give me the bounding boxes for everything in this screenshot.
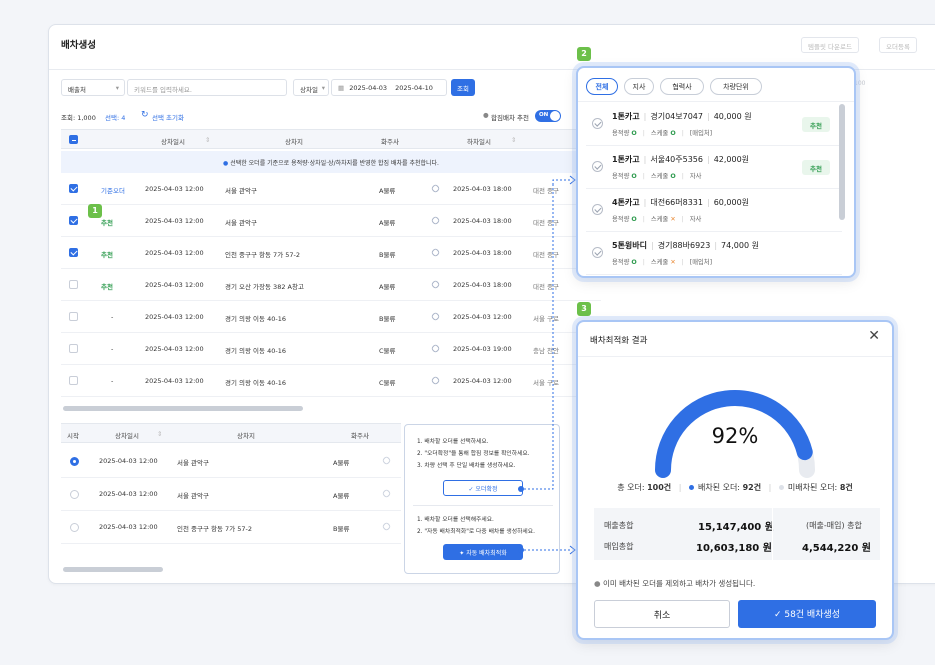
- vehicle-kind: [매입처]: [689, 259, 713, 266]
- schedule-label: 스케줄: [650, 173, 669, 180]
- ok-icon: O: [670, 130, 676, 137]
- vehicle-main-line: 5톤윙바디 | 경기88바6923 | 74,000 원: [612, 241, 759, 250]
- gauge-percent: 92%: [711, 424, 759, 448]
- vehicle-type: 1톤카고: [612, 155, 640, 164]
- vehicle-main-line: 1톤카고 | 경기04보7047 | 40,000 원: [612, 112, 752, 121]
- step-badge-2: 2: [577, 47, 591, 61]
- vehicle-sub-line: 용적량 O | 스케줄 ✕ | 자사: [612, 216, 702, 223]
- vehicle-price: 60,000원: [713, 198, 750, 207]
- info-icon: ●: [594, 579, 601, 588]
- margin-label: (매출-매입) 총합: [806, 521, 862, 530]
- dispatched-dot: [688, 485, 694, 490]
- vehicle-kind: 자사: [689, 173, 702, 180]
- vehicle-plate: 경기88바6923: [657, 241, 711, 250]
- schedule-label: 스케줄: [650, 130, 669, 137]
- dispatched-label: 배차된 오더:: [697, 483, 741, 492]
- undispatched-label: 미배차된 오더:: [787, 483, 838, 492]
- vehicle-main-line: 4톤카고 | 대전66머8331 | 60,000원: [612, 198, 750, 207]
- undispatched-value: 8건: [839, 483, 853, 492]
- sales-label: 매출총합: [604, 521, 634, 530]
- margin-value: 4,544,220 원: [802, 543, 871, 554]
- recommend-badge: 추천: [802, 117, 830, 132]
- ok-icon: O: [631, 216, 637, 223]
- ok-icon: O: [631, 173, 637, 180]
- vehicle-sub-line: 용적량 O | 스케줄 O | [매입처]: [612, 130, 713, 137]
- undispatched-dot: [778, 485, 784, 490]
- result-popup: 배차최적화 결과 ✕ 92% 총 오더: 100건 | 배차된 오더: 92건 …: [576, 320, 894, 640]
- order-stats: 총 오더: 100건 | 배차된 오더: 92건 | 미배차된 오더: 8건: [617, 483, 853, 492]
- vehicle-item[interactable]: 4톤카고 | 대전66머8331 | 60,000원 용적량 O | 스케줄 ✕ | 자…: [586, 190, 842, 232]
- vehicle-item[interactable]: 1톤카고 | 서울40주5356 | 42,000원 용적량 O | 스케줄 O | 자…: [586, 147, 842, 189]
- total-value: 100건: [647, 483, 672, 492]
- vehicle-kind: [매입처]: [689, 130, 713, 137]
- vertical-scrollbar[interactable]: [839, 104, 845, 220]
- tab-divider: [578, 101, 854, 102]
- tab-branch[interactable]: 지사: [624, 78, 654, 95]
- x-icon: ✕: [670, 216, 676, 223]
- vehicle-kind: 자사: [689, 216, 702, 223]
- ok-icon: O: [631, 259, 637, 266]
- cancel-button[interactable]: 취소: [594, 600, 730, 628]
- result-popup-title: 배차최적화 결과: [590, 336, 648, 346]
- step-badge-1: 1: [88, 204, 102, 218]
- purchase-value: 10,603,180 원: [696, 543, 772, 554]
- volume-label: 용적량: [612, 173, 630, 180]
- vehicle-price: 40,000 원: [713, 112, 752, 121]
- tab-all[interactable]: 전체: [586, 78, 618, 95]
- volume-label: 용적량: [612, 259, 630, 266]
- create-dispatch-button[interactable]: ✓ 58건 배차생성: [738, 600, 876, 628]
- sales-value: 15,147,400 원: [698, 522, 774, 533]
- vehicle-item[interactable]: 1톤카고 | 경기04보7047 | 40,000 원 용적량 O | 스케줄 O | …: [586, 104, 842, 146]
- vehicle-plate: 경기04보7047: [650, 112, 703, 121]
- vehicle-sub-line: 용적량 O | 스케줄 ✕ | [매입처]: [612, 259, 713, 266]
- x-icon: ✕: [670, 259, 676, 266]
- vehicle-type: 4톤카고: [612, 198, 640, 207]
- recommend-badge: 추천: [802, 160, 830, 175]
- vehicle-sub-line: 용적량 O | 스케줄 O | 자사: [612, 173, 702, 180]
- schedule-label: 스케줄: [650, 216, 669, 223]
- vehicle-type: 5톤윙바디: [612, 241, 648, 250]
- ok-icon: O: [631, 130, 637, 137]
- total-label: 총 오더:: [617, 483, 645, 492]
- title-divider: [578, 356, 892, 357]
- sum-box: 매출총합 15,147,400 원 매입총합 10,603,180 원 (매출-…: [594, 508, 880, 560]
- vehicle-main-line: 1톤카고 | 서울40주5356 | 42,000원: [612, 155, 750, 164]
- vehicle-price: 74,000 원: [721, 241, 759, 250]
- tab-vehicle-unit[interactable]: 차량단위: [710, 78, 762, 95]
- notice-text: 이미 배차된 오더를 제외하고 배차가 생성됩니다.: [602, 579, 756, 588]
- purchase-label: 매입총합: [604, 542, 634, 551]
- close-icon[interactable]: ✕: [868, 328, 880, 344]
- volume-label: 용적량: [612, 216, 630, 223]
- notice: ● 이미 배차된 오더를 제외하고 배차가 생성됩니다.: [594, 578, 755, 589]
- tab-partner[interactable]: 협력사: [660, 78, 704, 95]
- vehicle-price: 42,000원: [713, 155, 750, 164]
- vehicle-check-icon[interactable]: [592, 247, 603, 258]
- vehicle-plate: 대전66머8331: [650, 198, 703, 207]
- dispatched-value: 92건: [742, 483, 762, 492]
- vehicle-check-icon[interactable]: [592, 204, 603, 215]
- create-dispatch-label: 58건 배차생성: [784, 610, 841, 620]
- ok-icon: O: [670, 173, 676, 180]
- check-icon: ✓: [773, 610, 785, 620]
- volume-label: 용적량: [612, 130, 630, 137]
- vehicle-popup: 전체 지사 협력사 차량단위 1톤카고 | 경기04보7047 | 40,000 원 용…: [576, 66, 856, 278]
- vehicle-item[interactable]: 5톤윙바디 | 경기88바6923 | 74,000 원 용적량 O | 스케줄 ✕ |…: [586, 233, 842, 275]
- schedule-label: 스케줄: [650, 259, 669, 266]
- sum-divider: [772, 508, 773, 560]
- vehicle-plate: 서울40주5356: [650, 155, 703, 164]
- vehicle-type: 1톤카고: [612, 112, 640, 121]
- vehicle-check-icon[interactable]: [592, 118, 603, 129]
- vehicle-check-icon[interactable]: [592, 161, 603, 172]
- step-badge-3: 3: [577, 302, 591, 316]
